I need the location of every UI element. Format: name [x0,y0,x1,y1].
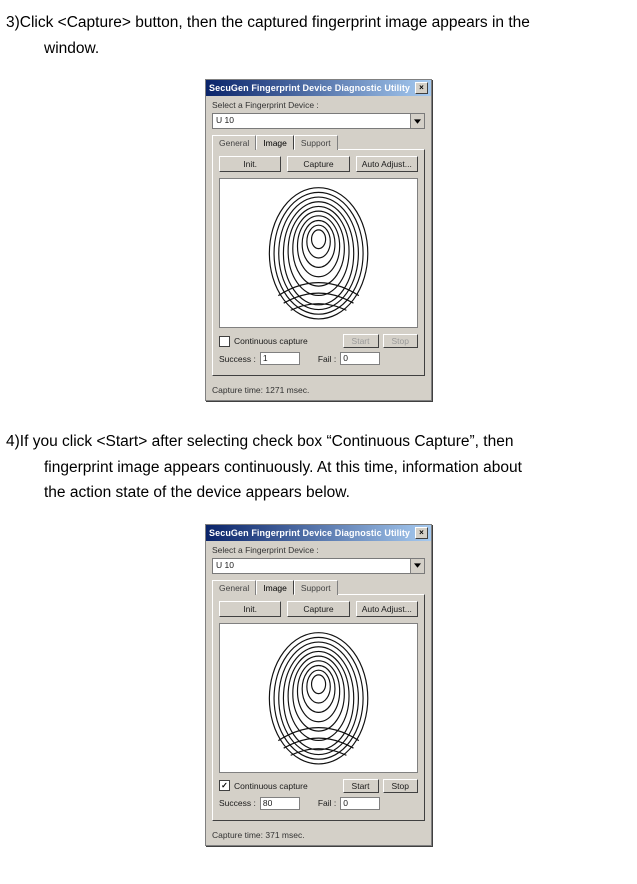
continuous-capture-checkbox[interactable] [219,336,230,347]
continuous-capture-label: Continuous capture [234,781,308,791]
tab-general[interactable]: General [212,135,256,150]
dialog-2-wrap: SecuGen Fingerprint Device Diagnostic Ut… [6,524,631,846]
step4-line2: fingerprint image appears continuously. … [6,455,631,481]
capture-button[interactable]: Capture [287,156,349,172]
tabs: General Image Support [212,579,425,594]
tab-image[interactable]: Image [256,580,294,595]
device-dropdown-value: U 10 [213,559,410,573]
auto-adjust-button[interactable]: Auto Adjust... [356,601,418,617]
titlebar: SecuGen Fingerprint Device Diagnostic Ut… [206,525,431,541]
success-label: Success : [219,354,256,364]
tab-image[interactable]: Image [256,135,294,150]
stop-button[interactable]: Stop [383,779,419,793]
step3-line2: window. [6,36,631,62]
instruction-step-3: 3)Click <Capture> button, then the captu… [6,10,631,61]
tabs: General Image Support [212,134,425,149]
step4-line3: the action state of the device appears b… [6,480,631,506]
tab-general[interactable]: General [212,580,256,595]
init-button[interactable]: Init. [219,156,281,172]
select-device-label: Select a Fingerprint Device : [212,100,425,110]
dialog-2: SecuGen Fingerprint Device Diagnostic Ut… [205,524,432,846]
fail-label: Fail : [318,798,336,808]
step3-line1: 3)Click <Capture> button, then the captu… [6,10,631,36]
capture-time-footer: Capture time: 371 msec. [206,827,431,845]
dialog-1-wrap: SecuGen Fingerprint Device Diagnostic Ut… [6,79,631,401]
dialog-1: SecuGen Fingerprint Device Diagnostic Ut… [205,79,432,401]
instruction-step-4: 4)If you click <Start> after selecting c… [6,429,631,506]
chevron-down-icon[interactable] [410,114,424,128]
tab-support[interactable]: Support [294,580,338,595]
fail-value: 0 [340,797,380,810]
device-dropdown-value: U 10 [213,114,410,128]
titlebar: SecuGen Fingerprint Device Diagnostic Ut… [206,80,431,96]
tab-support[interactable]: Support [294,135,338,150]
tab-body: Init. Capture Auto Adjust... [212,594,425,821]
capture-time-footer: Capture time: 1271 msec. [206,382,431,400]
window-title: SecuGen Fingerprint Device Diagnostic Ut… [209,83,410,93]
select-device-label: Select a Fingerprint Device : [212,545,425,555]
step4-line1: 4)If you click <Start> after selecting c… [6,429,631,455]
fail-value: 0 [340,352,380,365]
fingerprint-image [219,178,418,328]
success-value: 80 [260,797,300,810]
start-button: Start [343,334,379,348]
close-icon[interactable]: × [415,82,428,94]
capture-button[interactable]: Capture [287,601,349,617]
fail-label: Fail : [318,354,336,364]
success-value: 1 [260,352,300,365]
fingerprint-image [219,623,418,773]
device-dropdown[interactable]: U 10 [212,558,425,574]
auto-adjust-button[interactable]: Auto Adjust... [356,156,418,172]
success-label: Success : [219,798,256,808]
close-icon[interactable]: × [415,527,428,539]
stop-button: Stop [383,334,419,348]
start-button[interactable]: Start [343,779,379,793]
tab-body: Init. Capture Auto Adjust... [212,149,425,376]
chevron-down-icon[interactable] [410,559,424,573]
init-button[interactable]: Init. [219,601,281,617]
continuous-capture-checkbox[interactable] [219,780,230,791]
device-dropdown[interactable]: U 10 [212,113,425,129]
continuous-capture-label: Continuous capture [234,336,308,346]
window-title: SecuGen Fingerprint Device Diagnostic Ut… [209,528,410,538]
